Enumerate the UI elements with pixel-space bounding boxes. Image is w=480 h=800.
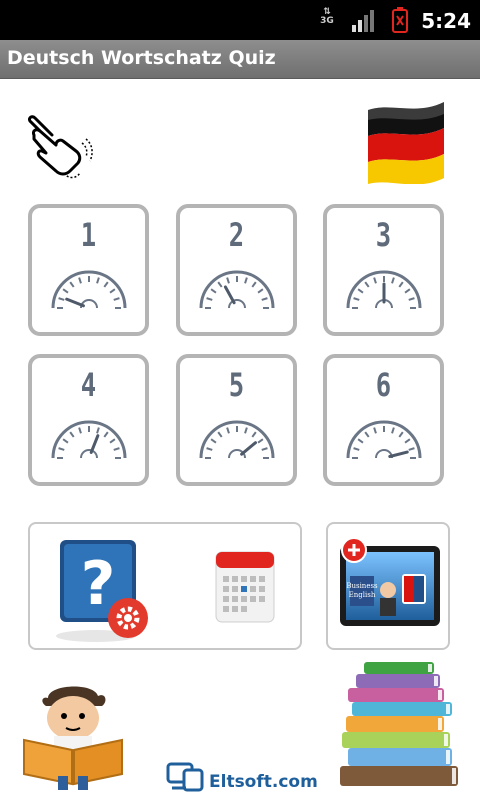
more-apps-panel: Business English [326,522,450,650]
battery-empty-icon [392,7,408,33]
gauge-needle [240,441,257,456]
level-5-button[interactable]: 5 [176,354,297,486]
data-arrows-icon: ⇅ 3G [316,8,338,34]
german-flag-icon[interactable] [366,98,446,184]
help-settings-icon[interactable]: ? [56,538,152,646]
level-4-button[interactable]: 4 [28,354,149,486]
gauge-needle [223,285,236,305]
tablet-caption-line2: English [349,591,376,599]
gauge-needle [388,450,409,459]
tap-hand-icon[interactable] [26,113,96,183]
speedometer-icon [51,420,127,459]
gauge-needle [65,297,85,308]
network-type: 3G [320,16,334,26]
speedometer-icon [51,270,127,309]
brand-name: Eltsoft.com [209,772,318,792]
speedometer-icon [346,270,422,309]
level-2-button[interactable]: 2 [176,204,297,336]
level-number: 3 [375,216,392,254]
svg-text:?: ? [81,549,116,619]
gauge-needle [89,434,100,454]
reading-boy-icon[interactable] [18,680,128,792]
level-number: 1 [80,216,97,254]
speedometer-icon [199,270,275,309]
level-number: 2 [228,216,245,254]
status-bar: ⇅ 3G 5:24 [0,0,480,40]
quiz-tools-panel: ? [28,522,302,650]
level-1-button[interactable]: 1 [28,204,149,336]
level-6-button[interactable]: 6 [323,354,444,486]
signal-strength-icon [352,10,374,32]
level-number: 4 [80,366,97,404]
tablet-caption-line1: Business [346,582,378,590]
level-3-button[interactable]: 3 [323,204,444,336]
calendar-icon[interactable] [214,548,276,624]
level-number: 6 [375,366,392,404]
level-number: 5 [228,366,245,404]
book-stack-icon[interactable] [338,658,462,798]
devices-icon [166,762,204,792]
tablet-apps-icon[interactable]: Business English [336,538,444,642]
speedometer-icon [199,420,275,459]
title-bar: Deutsch Wortschatz Quiz [0,40,480,79]
clock: 5:24 [421,9,471,33]
speedometer-icon [346,420,422,459]
app-title: Deutsch Wortschatz Quiz [7,47,276,69]
